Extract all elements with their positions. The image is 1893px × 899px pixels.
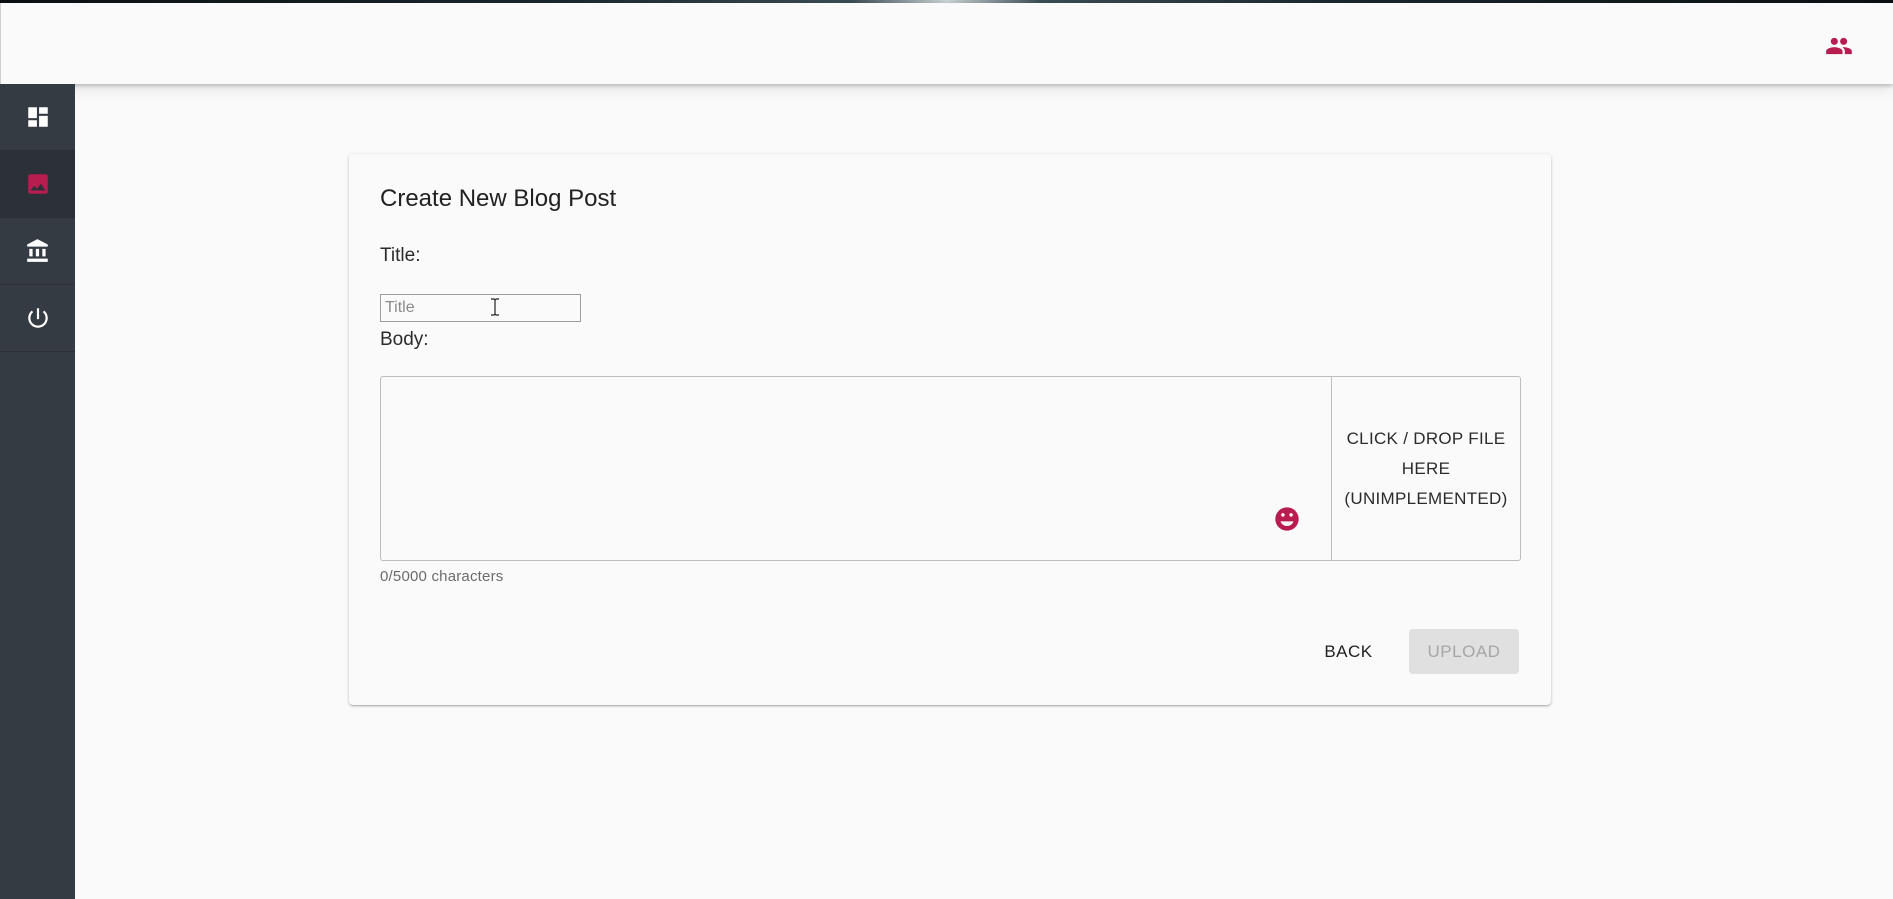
file-dropzone[interactable]: CLICK / DROP FILE HERE (UNIMPLEMENTED) <box>1331 377 1520 560</box>
body-editor: CLICK / DROP FILE HERE (UNIMPLEMENTED) <box>380 376 1521 561</box>
bank-icon <box>26 239 48 262</box>
page-title: Create New Blog Post <box>380 185 617 212</box>
dashboard-icon <box>27 107 48 127</box>
back-button[interactable]: BACK <box>1310 629 1387 674</box>
people-icon <box>1826 37 1852 55</box>
app-bar <box>0 3 1893 84</box>
body-label: Body: <box>380 329 429 350</box>
sidebar-item-bank[interactable] <box>0 218 75 285</box>
image-icon <box>27 174 48 194</box>
sidebar <box>0 84 75 899</box>
sidebar-item-dashboard[interactable] <box>0 84 75 151</box>
account-button[interactable] <box>1824 31 1854 61</box>
sidebar-item-images[interactable] <box>0 151 75 218</box>
character-counter: 0/5000 characters <box>380 568 504 585</box>
sidebar-item-logout[interactable] <box>0 285 75 352</box>
upload-button[interactable]: UPLOAD <box>1409 629 1519 674</box>
body-textarea[interactable] <box>381 377 1331 560</box>
power-icon <box>27 308 48 328</box>
create-post-card: Create New Blog Post Title: Body: CLICK … <box>349 154 1551 705</box>
emoji-icon[interactable] <box>1273 505 1301 533</box>
title-input[interactable] <box>380 294 581 322</box>
dropzone-label: CLICK / DROP FILE HERE (UNIMPLEMENTED) <box>1344 428 1508 508</box>
title-label: Title: <box>380 245 421 266</box>
